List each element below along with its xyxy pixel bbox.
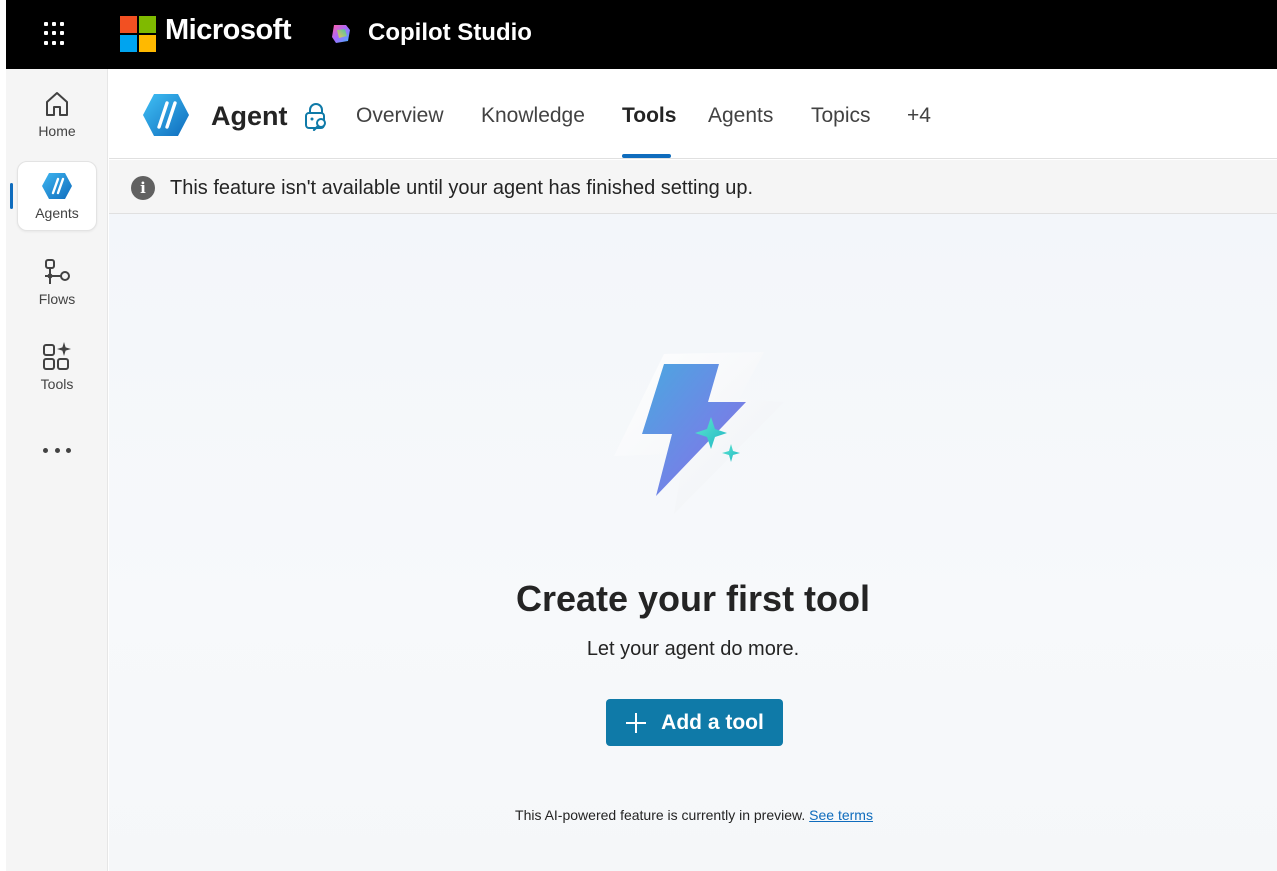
plus-icon [626,712,647,733]
copilot-studio-logo [332,25,350,43]
tab-overflow[interactable]: +4 [907,104,931,128]
active-tab-underline [622,154,671,158]
rail-item-label: Tools [40,376,74,392]
brand-name: Microsoft [165,14,292,46]
tab-topics[interactable]: Topics [811,104,871,128]
microsoft-logo [120,16,156,52]
preview-disclaimer: This AI-powered feature is currently in … [109,807,1277,823]
rail-item-agents[interactable]: Agents [17,161,97,231]
see-terms-link[interactable]: See terms [809,807,873,823]
rail-item-flows[interactable]: Flows [17,247,97,317]
left-nav-rail: Home Agents Flows Tools [6,69,108,871]
agent-header: Agent Overview Knowledge Tools Agents To… [109,69,1277,159]
banner-message: This feature isn't available until your … [170,177,754,199]
tab-agents[interactable]: Agents [708,104,773,128]
rail-item-label: Flows [38,291,76,307]
app-launcher-icon[interactable] [44,22,68,46]
rail-item-tools[interactable]: Tools [17,331,97,401]
tab-tools[interactable]: Tools [622,104,676,128]
flows-icon [45,259,70,284]
agent-name: Agent [211,101,288,131]
lightning-sparkle-illustration [614,352,784,514]
empty-state-subtitle: Let your agent do more. [586,638,800,660]
tab-overview[interactable]: Overview [356,104,444,128]
info-icon: i [131,176,155,200]
tools-icon [43,342,71,370]
add-tool-button[interactable]: Add a tool [606,699,783,746]
info-banner: i This feature isn't available until you… [109,160,1277,214]
product-name: Copilot Studio [368,19,532,46]
tools-empty-state: Create your first tool Let your agent do… [109,214,1277,871]
home-icon [46,92,68,116]
top-bar: Microsoft Copilot Studio [6,0,1277,69]
rail-item-home[interactable]: Home [17,79,97,149]
agent-logo [143,94,189,136]
agents-icon [42,173,72,199]
more-icon[interactable] [43,445,71,455]
rail-item-label: Home [38,123,76,139]
tab-knowledge[interactable]: Knowledge [481,104,585,128]
active-indicator [10,183,13,209]
add-tool-label: Add a tool [661,710,764,734]
rail-item-label: Agents [35,205,79,221]
empty-state-title: Create your first tool [515,578,871,619]
disclaimer-text: This AI-powered feature is currently in … [515,807,806,823]
agent-access-icon[interactable] [303,103,329,131]
